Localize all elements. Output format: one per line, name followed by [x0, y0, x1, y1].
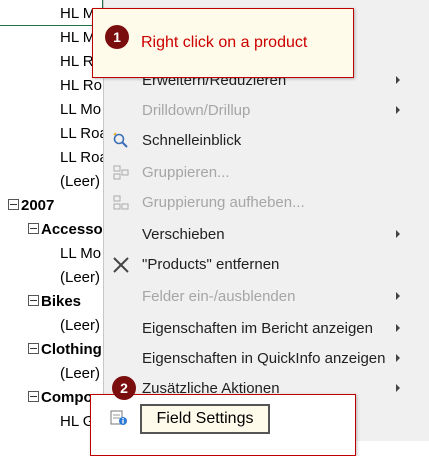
submenu-arrow-icon — [396, 76, 400, 84]
pivot-group-label[interactable]: Accesso — [28, 220, 103, 240]
pivot-item-label[interactable]: (Leer) — [60, 268, 100, 288]
menu-item-label: Eigenschaften in QuickInfo anzeigen — [142, 350, 386, 367]
ungroup-icon — [112, 194, 130, 212]
menu-item-label: Eigenschaften im Bericht anzeigen — [142, 320, 373, 337]
pivot-label-text: LL Mo — [60, 101, 102, 118]
collapse-minus-icon[interactable] — [28, 390, 39, 402]
menu-item-label: Felder ein-/ausblenden — [142, 288, 296, 305]
pivot-item-label[interactable]: LL Mo — [60, 244, 101, 264]
menu-item: Gruppieren... — [104, 158, 429, 188]
submenu-arrow-icon — [396, 292, 400, 300]
menu-item[interactable]: Verschieben — [104, 220, 429, 250]
pivot-label-text: HL Ro — [60, 77, 102, 94]
submenu-arrow-icon — [396, 354, 400, 362]
pivot-label-text: Compo — [41, 389, 93, 406]
pivot-group-label[interactable]: Bikes — [28, 292, 81, 312]
pivot-label-text: 2007 — [21, 197, 55, 214]
pivot-label-text: LL Roa — [60, 125, 108, 142]
pivot-label-text: Bikes — [41, 293, 82, 310]
field-settings-icon — [110, 410, 128, 426]
pivot-label-text: LL Roa — [60, 149, 108, 166]
menu-item-label: Verschieben — [142, 226, 225, 243]
pivot-label-text: Accesso — [41, 221, 103, 238]
pivot-label-text: (Leer) — [60, 365, 101, 382]
pivot-label-text: HL M — [60, 29, 96, 46]
menu-item[interactable]: "Products" entfernen — [104, 250, 429, 280]
pivot-item-label[interactable]: LL Roa — [60, 148, 108, 168]
menu-item: Felder ein-/ausblenden — [104, 282, 429, 312]
pivot-label-text: (Leer) — [60, 173, 101, 190]
callout-right-click: 1 Right click on a product — [92, 8, 354, 78]
pivot-item-label[interactable]: LL Roa — [60, 124, 108, 144]
menu-item-label: Gruppieren... — [142, 164, 230, 181]
menu-item-label: "Products" entfernen — [142, 256, 280, 273]
callout-number-badge: 1 — [105, 25, 129, 49]
group-icon — [112, 164, 130, 182]
menu-item: Gruppierung aufheben... — [104, 188, 429, 218]
submenu-arrow-icon — [396, 106, 400, 114]
quick-explore-icon — [112, 132, 130, 150]
pivot-item-label[interactable]: (Leer) — [60, 316, 100, 336]
collapse-minus-icon[interactable] — [28, 294, 39, 306]
menu-item: Drilldown/Drillup — [104, 96, 429, 126]
pivot-item-label[interactable]: HL Ro — [60, 76, 102, 96]
pivot-group-label[interactable]: Clothing — [28, 340, 102, 360]
pivot-label-text: (Leer) — [60, 317, 101, 334]
pivot-group-label[interactable]: Compo — [28, 388, 93, 408]
submenu-arrow-icon — [396, 324, 400, 332]
pivot-item-label[interactable]: HL M — [60, 28, 95, 48]
pivot-label-text: Clothing — [41, 341, 102, 358]
submenu-arrow-icon — [396, 384, 400, 392]
pivot-group-label[interactable]: 2007 — [8, 196, 54, 216]
collapse-minus-icon[interactable] — [28, 222, 39, 234]
pivot-item-label[interactable]: (Leer) — [60, 364, 100, 384]
pivot-label-text: LL Mo — [60, 245, 102, 262]
menu-item-label: Drilldown/Drillup — [142, 102, 251, 119]
pivot-item-label[interactable]: (Leer) — [60, 172, 100, 192]
pivot-label-text: (Leer) — [60, 269, 101, 286]
menu-item[interactable]: Eigenschaften im Bericht anzeigen — [104, 314, 429, 344]
menu-item-label: Schnelleinblick — [142, 132, 242, 149]
callout-text: Right click on a product — [141, 34, 308, 51]
field-settings-menu-item[interactable]: Field Settings — [140, 404, 270, 434]
menu-item-label: Gruppierung aufheben... — [142, 194, 305, 211]
callout-number-badge-2: 2 — [112, 376, 136, 400]
menu-item[interactable]: Eigenschaften in QuickInfo anzeigen — [104, 344, 429, 374]
remove-x-icon — [112, 256, 130, 274]
pivot-item-label[interactable]: LL Mo — [60, 100, 101, 120]
menu-item[interactable]: Schnelleinblick — [104, 126, 429, 156]
collapse-minus-icon[interactable] — [8, 198, 19, 210]
selected-cell-outline — [0, 0, 103, 26]
collapse-minus-icon[interactable] — [28, 342, 39, 354]
submenu-arrow-icon — [396, 230, 400, 238]
